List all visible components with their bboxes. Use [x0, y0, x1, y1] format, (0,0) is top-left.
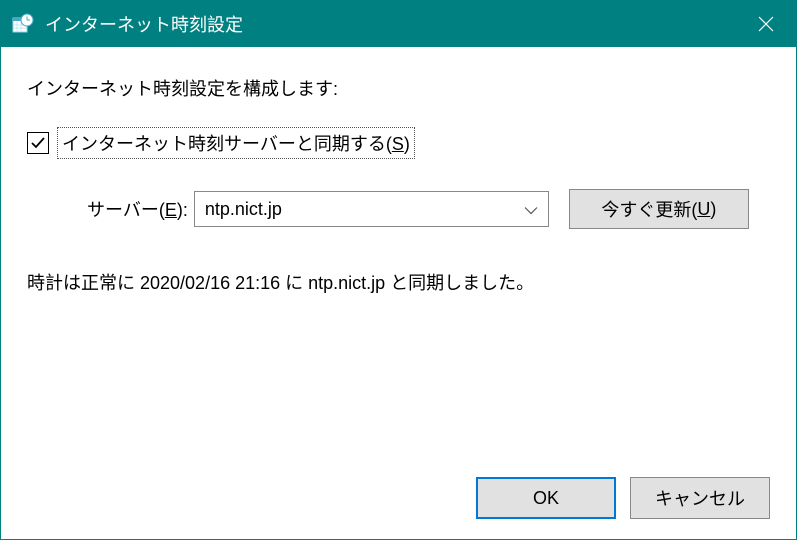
sync-checkbox-label[interactable]: インターネット時刻サーバーと同期する(S)	[57, 127, 415, 159]
dialog-window: インターネット時刻設定 インターネット時刻設定を構成します: インターネット時刻…	[0, 0, 797, 540]
datetime-icon	[11, 12, 35, 36]
sync-checkbox[interactable]	[27, 132, 49, 154]
sync-checkbox-row: インターネット時刻サーバーと同期する(S)	[27, 127, 770, 159]
instruction-text: インターネット時刻設定を構成します:	[27, 75, 770, 101]
sync-status-text: 時計は正常に 2020/02/16 21:16 に ntp.nict.jp と同…	[27, 269, 770, 295]
close-button[interactable]	[736, 1, 796, 47]
ok-button[interactable]: OK	[476, 477, 616, 519]
update-now-button[interactable]: 今すぐ更新(U)	[569, 189, 749, 229]
cancel-button[interactable]: キャンセル	[630, 477, 770, 519]
chevron-down-icon	[524, 199, 538, 220]
server-value: ntp.nict.jp	[205, 199, 282, 220]
server-label: サーバー(E):	[87, 196, 188, 222]
checkmark-icon	[30, 135, 46, 151]
window-title: インターネット時刻設定	[45, 11, 736, 37]
server-row: サーバー(E): ntp.nict.jp 今すぐ更新(U)	[27, 189, 770, 229]
dialog-buttons: OK キャンセル	[27, 477, 770, 519]
title-bar: インターネット時刻設定	[1, 1, 796, 47]
server-combobox[interactable]: ntp.nict.jp	[194, 191, 549, 227]
dialog-content: インターネット時刻設定を構成します: インターネット時刻サーバーと同期する(S)…	[1, 47, 796, 539]
